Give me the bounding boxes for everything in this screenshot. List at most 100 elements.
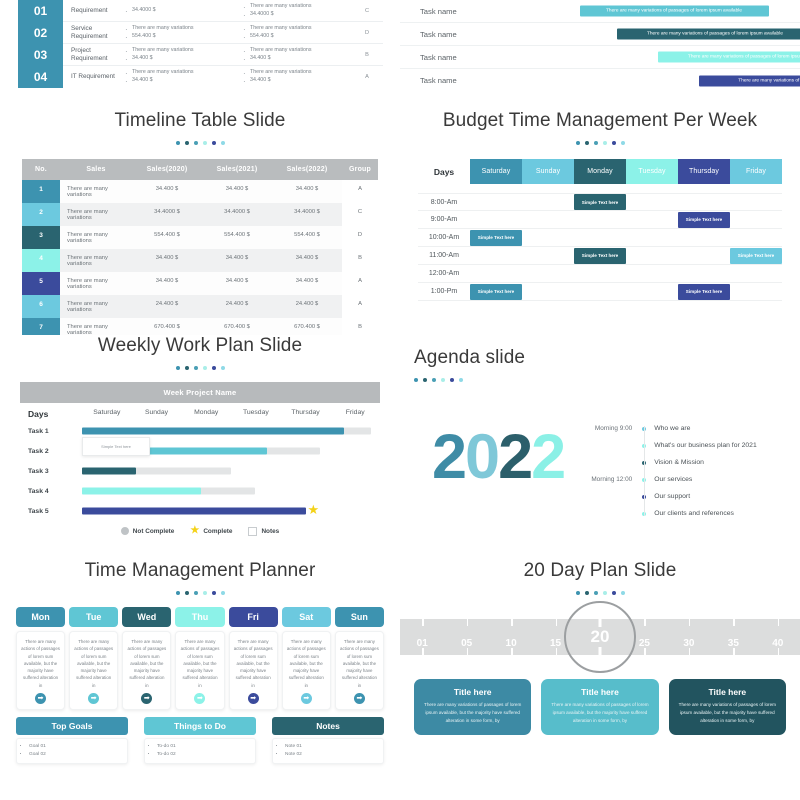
table-row: IT Requirement There are many variations3… (63, 66, 383, 88)
cell-2020: 554.400 $ (132, 226, 202, 249)
dot-4 (202, 141, 207, 145)
page-title-timeline-table: Timeline Table Slide (114, 110, 286, 131)
budget-event-chip[interactable]: Simple Text here (730, 247, 782, 264)
agenda-item-list: Morning 9:00 Who we are What's our busines… (578, 420, 757, 522)
budget-slot: Simple Text here (470, 283, 522, 300)
budget-row: 12:00-Am (418, 265, 782, 283)
agenda-item[interactable]: Morning 12:00 Our services (578, 471, 757, 488)
requirement-number: 03 (18, 44, 63, 66)
table-row: 2 There are many variations 34.4000 $34.40… (22, 203, 378, 226)
gantt-task-label: Task name (420, 6, 457, 16)
weekly-day-header: Saturday (93, 409, 121, 416)
dot-1 (175, 141, 180, 145)
weekly-task-fill[interactable] (82, 507, 306, 515)
planner-day-sat[interactable]: Sat (281, 607, 331, 627)
row-number: 4 (22, 249, 60, 272)
agenda-item[interactable]: Morning 9:00 Who we are (578, 420, 757, 437)
arrow-right-icon[interactable]: ➡ (194, 692, 206, 704)
planner-day-column: Tue There are many actions of passages of… (69, 607, 119, 710)
gantt-row: Task name There are many variations of pa… (400, 69, 800, 92)
agenda-item[interactable]: What's our business plan for 2021 (578, 437, 757, 454)
year-digit-1: 2 (432, 422, 467, 492)
agenda-time: Morning 12:00 (591, 476, 633, 483)
weekly-note-card[interactable]: Simple Text here (82, 437, 150, 456)
arrow-right-icon[interactable]: ➡ (141, 692, 153, 704)
budget-event-chip[interactable]: Simple Text here (470, 229, 522, 246)
budget-event-chip[interactable]: Simple Text here (574, 247, 626, 264)
budget-event-chip[interactable]: Simple Text here (470, 283, 522, 300)
agenda-timeline-line (644, 426, 646, 516)
ruler-tick-bottom (422, 648, 424, 655)
planner-day-column: Sun There are many actions of passages of… (334, 607, 384, 710)
gantt-track: There are many variations of passages of… (485, 23, 800, 45)
budget-schedule-body: 8:00-Am Simple Text here 9:00-Am Simple Tex… (418, 193, 782, 301)
planner-day-card: There are many actions of passages of lo… (69, 631, 119, 710)
weekly-task-fill[interactable] (82, 467, 136, 475)
agenda-item[interactable]: Our clients and references (578, 505, 757, 522)
ruler-tick-bottom (511, 648, 513, 655)
budget-event-chip[interactable]: Simple Text here (678, 283, 730, 300)
planner-section-list: To-do 01To-do 02 (157, 743, 251, 759)
day-plan-card[interactable]: Title here There are many variations of p… (541, 679, 659, 736)
cell-group: B (342, 249, 378, 272)
planner-day-thu[interactable]: Thu (175, 607, 225, 627)
gantt-bar[interactable]: There are many variations of passages of… (699, 75, 800, 86)
cell-group: A (342, 295, 378, 318)
dot-6 (220, 591, 225, 595)
planner-day-tue[interactable]: Tue (69, 607, 119, 627)
budget-slot (730, 229, 782, 246)
legend-label: Notes (261, 527, 280, 535)
budget-day-friday: Friday (730, 159, 782, 184)
weekly-day-header: Thursday (291, 409, 320, 416)
panel-gantt-fragment: Task name There are many variations of pa… (400, 0, 800, 110)
budget-slot (522, 229, 574, 246)
budget-slot: Simple Text here (470, 229, 522, 246)
planner-day-wed[interactable]: Wed (122, 607, 172, 627)
budget-event-chip[interactable]: Simple Text here (574, 194, 626, 210)
budget-slot: Simple Text here (730, 247, 782, 264)
row-number: 7 (22, 318, 60, 335)
legend-label: Complete (203, 527, 233, 535)
arrow-right-icon[interactable]: ➡ (88, 692, 100, 704)
ruler-tick-top (466, 619, 469, 626)
ruler-tick-bottom (777, 648, 780, 655)
arrow-right-icon[interactable]: ➡ (353, 692, 365, 704)
gantt-bar[interactable]: There are many variations of passages of… (617, 28, 800, 40)
weekly-day-header: Friday (345, 409, 365, 416)
page-title-day-plan: 20 Day Plan Slide (523, 560, 677, 581)
weekly-task-row: Task 2 Simple Text here (20, 437, 380, 461)
day-plan-card[interactable]: Title here There are many variations of p… (414, 679, 532, 736)
arrow-right-icon[interactable]: ➡ (300, 692, 312, 704)
budget-slot (678, 229, 730, 246)
planner-day-fri[interactable]: Fri (228, 607, 278, 627)
gantt-bar[interactable]: There are many variations of passages of… (658, 51, 800, 63)
weekly-task-fill[interactable] (82, 487, 202, 495)
arrow-right-icon[interactable]: ➡ (35, 692, 47, 704)
detail-bullet: 34.400 $ (243, 76, 351, 87)
budget-slot (470, 211, 522, 228)
planner-day-sun[interactable]: Sun (334, 607, 384, 627)
notes-box-icon (248, 526, 258, 536)
ruler-label: 15 (549, 638, 562, 649)
ruler-label: 05 (461, 638, 473, 649)
weekly-task-row: Task 4 (20, 481, 380, 501)
ruler-label: 10 (505, 638, 517, 649)
timeline-table-header: No. Sales Sales(2020) Sales(2021) Sales(2022… (22, 159, 378, 180)
column-header: Sales(2021) (216, 166, 258, 173)
budget-slot (522, 247, 574, 264)
budget-event-chip[interactable]: Simple Text here (678, 211, 730, 228)
agenda-item[interactable]: Vision & Mission (578, 454, 757, 471)
cell-group: C (342, 203, 378, 226)
agenda-item[interactable]: Our support (578, 488, 757, 505)
ruler-tick-top (555, 619, 557, 626)
cell-2021: 554.400 $ (202, 226, 272, 249)
gantt-bar[interactable]: There are many variations of passages of… (579, 5, 769, 17)
weekly-task-fill[interactable] (82, 427, 345, 435)
day-plan-card[interactable]: Title here There are many variations of p… (668, 679, 786, 736)
budget-day-monday: Monday (574, 159, 626, 184)
page-title-planner: Time Management Planner (84, 560, 316, 581)
planner-day-mon[interactable]: Mon (16, 607, 66, 627)
planner-card-text: There are many actions of passages of lo… (233, 639, 273, 688)
arrow-right-icon[interactable]: ➡ (247, 692, 259, 704)
ruler-tick-top (733, 619, 735, 626)
